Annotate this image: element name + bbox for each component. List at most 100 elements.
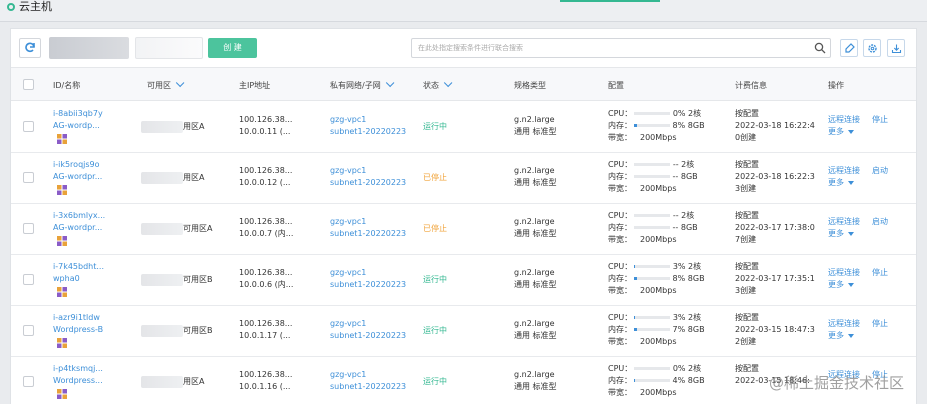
mem-bar [634,277,670,280]
app-icon [57,287,67,297]
status-text: 运行中 [423,275,447,284]
instance-id-link[interactable]: i-3x6bmlyx... [53,210,105,222]
public-ip: 100.126.38... [239,319,293,328]
col-status[interactable]: 状态 [423,78,453,91]
cpu-value: -- 2核 [672,160,695,169]
status-text: 运行中 [423,122,447,131]
cpu-bar [634,367,671,370]
mem-value: 8% 8GB [672,274,705,283]
row-checkbox[interactable] [23,223,34,234]
spec-family: 通用 标准型 [514,178,557,187]
instance-name-link[interactable]: Wordpress-B [53,324,103,336]
remote-connect-link[interactable]: 远程连接 [828,267,860,279]
remote-connect-link[interactable]: 远程连接 [828,114,860,126]
instance-name-link[interactable]: wpha0 [53,273,80,285]
billing-date: 2022-03-17 17:38:0 [735,223,815,232]
chevron-down-icon [848,333,854,338]
power-action-link[interactable]: 停止 [872,318,888,330]
mem-label: 内存： [608,223,632,232]
more-dropdown[interactable]: 更多 [828,228,854,240]
redacted-region-select[interactable] [135,37,203,59]
private-ip: 10.0.0.12 (... [239,178,291,187]
cpu-bar [634,163,671,166]
power-action-link[interactable]: 启动 [872,165,888,177]
bw-value: 200Mbps [640,133,677,142]
col-ip: 主IP地址 [239,81,271,90]
watermark: @稀土掘金技术社区 [768,374,904,392]
page-title: 云主机 [19,0,52,13]
power-action-link[interactable]: 停止 [872,267,888,279]
vpc-link[interactable]: gzg-vpc1 [330,267,366,279]
more-dropdown[interactable]: 更多 [828,330,854,342]
subnet-link[interactable]: subnet1-20220223 [330,228,406,240]
instance-id-link[interactable]: i-ik5roqjs9o [53,159,100,171]
vpc-link[interactable]: gzg-vpc1 [330,165,366,177]
remote-connect-link[interactable]: 远程连接 [828,216,860,228]
spec-family: 通用 标准型 [514,331,557,340]
refresh-button[interactable] [19,38,41,58]
col-az-label: 可用区 [147,81,171,90]
mem-line: 内存： 4% 8GB [608,375,705,387]
power-action-link[interactable]: 启动 [872,216,888,228]
mem-bar [634,124,670,127]
instance-id-link[interactable]: i-7k45bdht... [53,261,104,273]
bw-label: 带宽： [608,235,632,244]
redacted-az [141,172,183,184]
select-all-checkbox[interactable] [23,79,34,90]
edit-button[interactable] [840,39,858,57]
redacted-project-select[interactable] [49,37,129,59]
col-vpc[interactable]: 私有网络/子网 [330,78,395,91]
col-az[interactable]: 可用区 [147,78,185,91]
table-row: i-7k45bdht... wpha0 可用区B 100.126.38... 10.0.… [11,255,916,306]
row-checkbox[interactable] [23,172,34,183]
download-button[interactable] [887,39,905,57]
mem-bar-fill [634,124,637,127]
refresh-icon [25,42,35,53]
remote-connect-link[interactable]: 远程连接 [828,165,860,177]
more-dropdown[interactable]: 更多 [828,177,854,189]
row-checkbox[interactable] [23,121,34,132]
vpc-link[interactable]: gzg-vpc1 [330,216,366,228]
row-checkbox[interactable] [23,274,34,285]
subnet-link[interactable]: subnet1-20220223 [330,177,406,189]
cpu-label: CPU： [608,160,633,169]
private-ip: 10.0.1.17 (... [239,331,291,340]
subnet-link[interactable]: subnet1-20220223 [330,330,406,342]
instance-id-link[interactable]: i-8abii3qb7y [53,108,103,120]
vpc-link[interactable]: gzg-vpc1 [330,318,366,330]
billing-created: 0创建 [735,133,757,142]
instance-name-link[interactable]: AG-wordpr... [53,171,102,183]
remote-connect-link[interactable]: 远程连接 [828,318,860,330]
billing-type: 按配置 [735,364,759,373]
vpc-link[interactable]: gzg-vpc1 [330,369,366,381]
power-action-link[interactable]: 停止 [872,114,888,126]
subnet-link[interactable]: subnet1-20220223 [330,279,406,291]
private-ip: 10.0.1.16 (... [239,382,291,391]
redacted-az [141,325,183,337]
instance-name-link[interactable]: AG-wordpr... [53,222,102,234]
row-checkbox[interactable] [23,376,34,387]
more-dropdown[interactable]: 更多 [828,126,854,138]
subnet-link[interactable]: subnet1-20220223 [330,126,406,138]
create-button[interactable]: 创 建 [208,38,257,58]
billing-date: 2022-03-18 16:22:4 [735,121,815,130]
vpc-link[interactable]: gzg-vpc1 [330,114,366,126]
mem-value: -- 8GB [672,223,698,232]
more-label: 更多 [828,331,844,340]
more-dropdown[interactable]: 更多 [828,279,854,291]
instance-name-link[interactable]: Wordpress... [53,375,103,387]
instance-id-link[interactable]: i-azr9i1tldw [53,312,100,324]
billing-type: 按配置 [735,109,759,118]
instance-id-link[interactable]: i-p4tksmqj... [53,363,103,375]
billing-date: 2022-03-17 17:35:1 [735,274,815,283]
search-input[interactable] [412,39,802,57]
subnet-link[interactable]: subnet1-20220223 [330,381,406,393]
bw-value: 200Mbps [640,235,677,244]
instance-name-link[interactable]: AG-wordp... [53,120,100,132]
billing-created: 7创建 [735,235,757,244]
settings-button[interactable] [863,39,881,57]
search-icon[interactable] [814,42,826,54]
row-checkbox[interactable] [23,325,34,336]
billing-date: 2022-03-15 18:47:3 [735,325,815,334]
cpu-bar-fill [634,316,636,319]
